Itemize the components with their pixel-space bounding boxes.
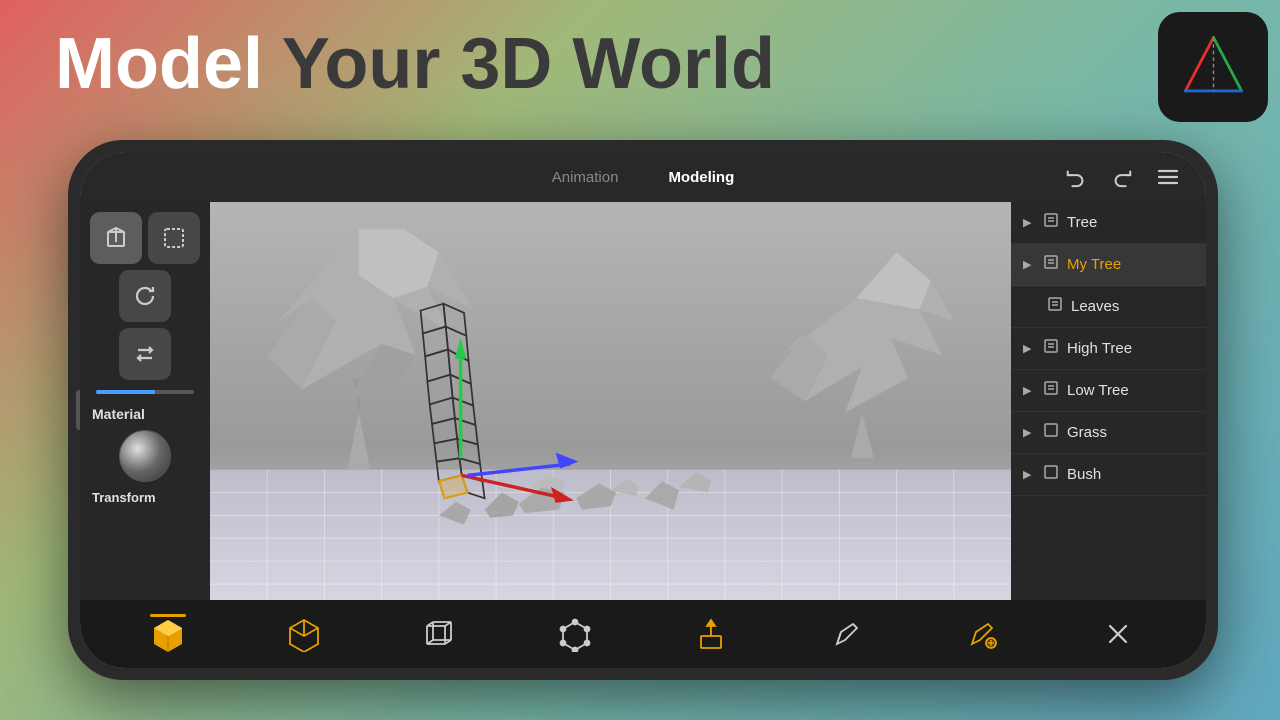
- panel-item-my-tree[interactable]: ▶ My Tree: [1011, 244, 1206, 286]
- panel-item-grass[interactable]: ▶ Grass: [1011, 412, 1206, 454]
- header-bold: Model: [55, 24, 263, 104]
- redo-button[interactable]: [1104, 159, 1140, 195]
- undo-button[interactable]: [1058, 159, 1094, 195]
- bottom-toolbar: [80, 600, 1206, 668]
- phone-mockup: Animation Modeling: [68, 140, 1218, 680]
- top-bar: Animation Modeling: [80, 152, 1206, 202]
- active-indicator: [150, 614, 186, 617]
- icon-tree: [1043, 212, 1059, 233]
- header-title: Model Your 3D World: [55, 28, 775, 100]
- swap-button[interactable]: [119, 328, 171, 380]
- label-tree: Tree: [1067, 214, 1097, 231]
- toolbar-mid-row: [88, 270, 202, 322]
- panel-item-bush[interactable]: ▶ Bush: [1011, 454, 1206, 496]
- slider-bar[interactable]: [96, 390, 194, 394]
- viewport[interactable]: [210, 202, 1011, 600]
- cube-solid-tool[interactable]: [146, 612, 190, 656]
- arrow-grass: ▶: [1023, 426, 1035, 439]
- panel-item-high-tree[interactable]: ▶ High Tree: [1011, 328, 1206, 370]
- tab-bar: Animation Modeling: [552, 169, 735, 186]
- pencil-tool[interactable]: [825, 612, 869, 656]
- label-low-tree: Low Tree: [1067, 382, 1129, 399]
- toolbar-top-row: [88, 212, 202, 264]
- icon-bush: [1043, 464, 1059, 485]
- material-ball[interactable]: [119, 430, 171, 482]
- icon-high-tree: [1043, 338, 1059, 359]
- cube-outline-tool[interactable]: [282, 612, 326, 656]
- select-button[interactable]: [148, 212, 200, 264]
- left-toolbar: Material Transform: [80, 202, 210, 600]
- icon-grass: [1043, 422, 1059, 443]
- tab-modeling[interactable]: Modeling: [668, 169, 734, 186]
- material-label: Material: [88, 404, 202, 424]
- tab-animation[interactable]: Animation: [552, 169, 619, 186]
- close-tool[interactable]: [1096, 612, 1140, 656]
- menu-button[interactable]: [1150, 159, 1186, 195]
- panel-item-tree[interactable]: ▶ Tree: [1011, 202, 1206, 244]
- arrow-low-tree: ▶: [1023, 384, 1035, 397]
- rotate-button[interactable]: [119, 270, 171, 322]
- toolbar-swap-row: [88, 328, 202, 380]
- cube-view-button[interactable]: [90, 212, 142, 264]
- cube-corner-tool[interactable]: [553, 612, 597, 656]
- extrude-tool[interactable]: [689, 612, 733, 656]
- right-panel: ▶ Tree ▶ My Tree Le: [1011, 202, 1206, 600]
- icon-low-tree: [1043, 380, 1059, 401]
- slider-container: [88, 386, 202, 398]
- transform-label: Transform: [88, 488, 202, 507]
- scene-svg: [210, 202, 1011, 600]
- arrow-tree: ▶: [1023, 216, 1035, 229]
- label-my-tree: My Tree: [1067, 256, 1121, 273]
- material-row: [88, 430, 202, 482]
- logo-container: [1158, 12, 1268, 122]
- label-bush: Bush: [1067, 466, 1101, 483]
- icon-leaves: [1047, 296, 1063, 317]
- panel-item-leaves[interactable]: Leaves: [1011, 286, 1206, 328]
- icon-my-tree: [1043, 254, 1059, 275]
- arrow-my-tree: ▶: [1023, 258, 1035, 271]
- label-leaves: Leaves: [1071, 298, 1119, 315]
- cube-wire-tool[interactable]: [417, 612, 461, 656]
- arrow-bush: ▶: [1023, 468, 1035, 481]
- phone-screen: Animation Modeling: [80, 152, 1206, 668]
- main-content: Material Transform: [80, 202, 1206, 600]
- top-bar-actions: [1058, 159, 1186, 195]
- pencil-edit-tool[interactable]: [960, 612, 1004, 656]
- logo-icon: [1176, 30, 1251, 105]
- arrow-high-tree: ▶: [1023, 342, 1035, 355]
- label-high-tree: High Tree: [1067, 340, 1132, 357]
- header-thin: Your 3D World: [263, 24, 775, 104]
- panel-item-low-tree[interactable]: ▶ Low Tree: [1011, 370, 1206, 412]
- label-grass: Grass: [1067, 424, 1107, 441]
